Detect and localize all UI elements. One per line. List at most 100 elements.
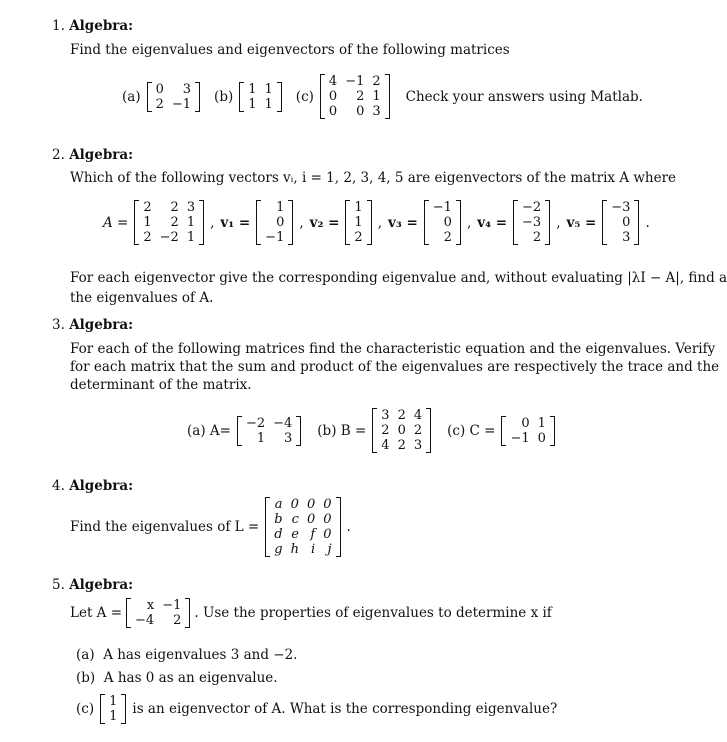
- problem-5-part-c: (c) 11 is an eigenvector of A. What is t…: [76, 694, 558, 724]
- right-bracket: [195, 81, 201, 112]
- matrix-entry: 0: [323, 497, 332, 512]
- vector-v2: 112: [345, 200, 372, 245]
- matrix-entry: 1: [537, 415, 546, 431]
- matrix-entry: 2: [143, 200, 152, 215]
- matrix-5: x −1 −4 2: [126, 598, 191, 628]
- vector-label: v₃ =: [388, 214, 418, 231]
- matrix-entry: 2: [143, 230, 152, 245]
- problem-5-text-post: . Use the properties of eigenvalues to d…: [194, 605, 552, 621]
- vector-v1: 1 0 −1: [256, 200, 294, 245]
- matrix-entry: j: [327, 542, 332, 557]
- matrix-entry: 1: [109, 694, 118, 709]
- matrix-1a: 0 3 2 −1: [146, 81, 201, 112]
- matrix-3a: −2 −4 1 3: [236, 415, 302, 446]
- matrix-entry: 3: [381, 408, 390, 423]
- problem-4-title: Algebra:: [69, 478, 134, 494]
- matrix-entry: c: [291, 512, 299, 527]
- matrix-entry: 1: [276, 200, 285, 215]
- problem-1-matrices: (a) 0 3 2 −1 (b) 1111 (c) 4 −1 2 0 2 1 0 0 3 Check …: [122, 74, 643, 119]
- matrix-entry: 0: [290, 497, 299, 512]
- matrix-entry: 2: [443, 230, 452, 245]
- matrix-entry: 1: [186, 230, 196, 245]
- vector-v4: −2 −3 2: [513, 200, 551, 245]
- vector-label: v₁ =: [220, 214, 251, 231]
- matrix-entry: 1: [264, 81, 273, 97]
- vector-5c: 11: [100, 694, 127, 724]
- right-bracket: [185, 598, 191, 628]
- problem-4-equation: Find the eigenvalues of L = a000bc00def0…: [70, 497, 351, 557]
- matrix-entry: 1: [143, 215, 152, 230]
- matrix-entry: d: [274, 527, 283, 542]
- matrix-entry: 1: [248, 81, 257, 97]
- matrix-entry: 0: [306, 497, 316, 512]
- matrix-entry: −1: [265, 230, 285, 245]
- matrix-entry: b: [274, 512, 283, 527]
- matrix-entry: 1: [372, 89, 381, 104]
- problem-3-text-1: For each of the following matrices find …: [70, 341, 716, 357]
- matrix-entry: 1: [186, 215, 196, 230]
- problem-5-part-b: (b) A has 0 as an eigenvalue.: [76, 670, 278, 686]
- vector-label: v₄ =: [477, 214, 508, 231]
- matrix-3b-label: (b) B =: [317, 422, 367, 439]
- matrix-entry: −4: [273, 415, 293, 431]
- matrix-entry: 0: [356, 104, 365, 119]
- matrix-entry: −2: [245, 415, 266, 431]
- matrix-entry: 0: [306, 512, 316, 527]
- problem-3-number: 3. Algebra:: [52, 317, 134, 333]
- matrix-entry: 4: [328, 74, 338, 89]
- matrix-entry: 1: [248, 96, 257, 112]
- problem-4-number: 4. Algebra:: [52, 478, 134, 494]
- matrix-entry: 1: [256, 430, 266, 446]
- matrix-entry: 4: [413, 408, 423, 423]
- matrix-entry: 2: [397, 438, 406, 453]
- matrix-entry: i: [311, 542, 316, 557]
- matrix-entry: −2: [522, 200, 542, 215]
- right-bracket: [549, 415, 555, 446]
- problem-3-text-2: for each matrix that the sum and product…: [70, 359, 720, 375]
- matrix-entry: −1: [432, 200, 452, 215]
- matrix-entry: −3: [522, 215, 542, 230]
- problem-1-title: Algebra:: [69, 18, 134, 34]
- matrix-entry: 1: [264, 96, 273, 112]
- matrix-entry: x: [146, 598, 155, 613]
- matrix-entry: 0: [323, 512, 332, 527]
- matrix-entry: −1: [171, 96, 192, 112]
- right-bracket: [288, 200, 294, 245]
- right-bracket: [455, 200, 461, 245]
- right-bracket: [276, 81, 282, 112]
- matrix-entry: 2: [170, 215, 179, 230]
- matrix-A: 2 2 3 1 2 1 2 −2 1: [134, 200, 205, 245]
- matrix-entry: 0: [397, 423, 406, 438]
- matrix-entry: 0: [323, 527, 332, 542]
- problem-2-followup-1: For each eigenvector give the correspond…: [70, 270, 727, 286]
- matrix-entry: 0: [521, 415, 530, 431]
- problem-2-title: Algebra:: [69, 147, 134, 163]
- matrix-entry: 2: [413, 423, 423, 438]
- matrix-entry: 0: [328, 104, 338, 119]
- problem-3-title: Algebra:: [69, 317, 134, 333]
- right-bracket: [121, 694, 127, 724]
- matrix-entry: 2: [173, 613, 182, 628]
- matrix-entry: 2: [532, 230, 542, 245]
- problem-5-title: Algebra:: [69, 577, 134, 593]
- matrix-entry: −4: [135, 613, 155, 628]
- right-bracket: [384, 74, 390, 119]
- problem-5-part-a: (a) A has eigenvalues 3 and −2.: [76, 647, 298, 663]
- matrix-entry: 2: [372, 74, 381, 89]
- matrix-c-label: (c): [295, 88, 314, 105]
- matrix-entry: 0: [328, 89, 338, 104]
- matlab-note: Check your answers using Matlab.: [405, 88, 643, 105]
- right-bracket: [426, 408, 432, 453]
- problem-2-number: 2. Algebra:: [52, 147, 134, 163]
- vector-label: v₂ =: [309, 214, 340, 231]
- problem-5-number: 5. Algebra:: [52, 577, 134, 593]
- matrix-1c: 4 −1 2 0 2 1 0 0 3: [319, 74, 390, 119]
- matrix-entry: e: [291, 527, 299, 542]
- matrix-a-label: (a): [122, 88, 141, 105]
- problem-3-text-3: determinant of the matrix.: [70, 377, 252, 393]
- matrix-b-label: (b): [214, 88, 234, 105]
- matrix-L: a000bc00def0ghij: [265, 497, 341, 557]
- matrix-entry: h: [290, 542, 299, 557]
- vector-label: v₅ =: [566, 214, 597, 231]
- matrix-entry: 3: [413, 438, 423, 453]
